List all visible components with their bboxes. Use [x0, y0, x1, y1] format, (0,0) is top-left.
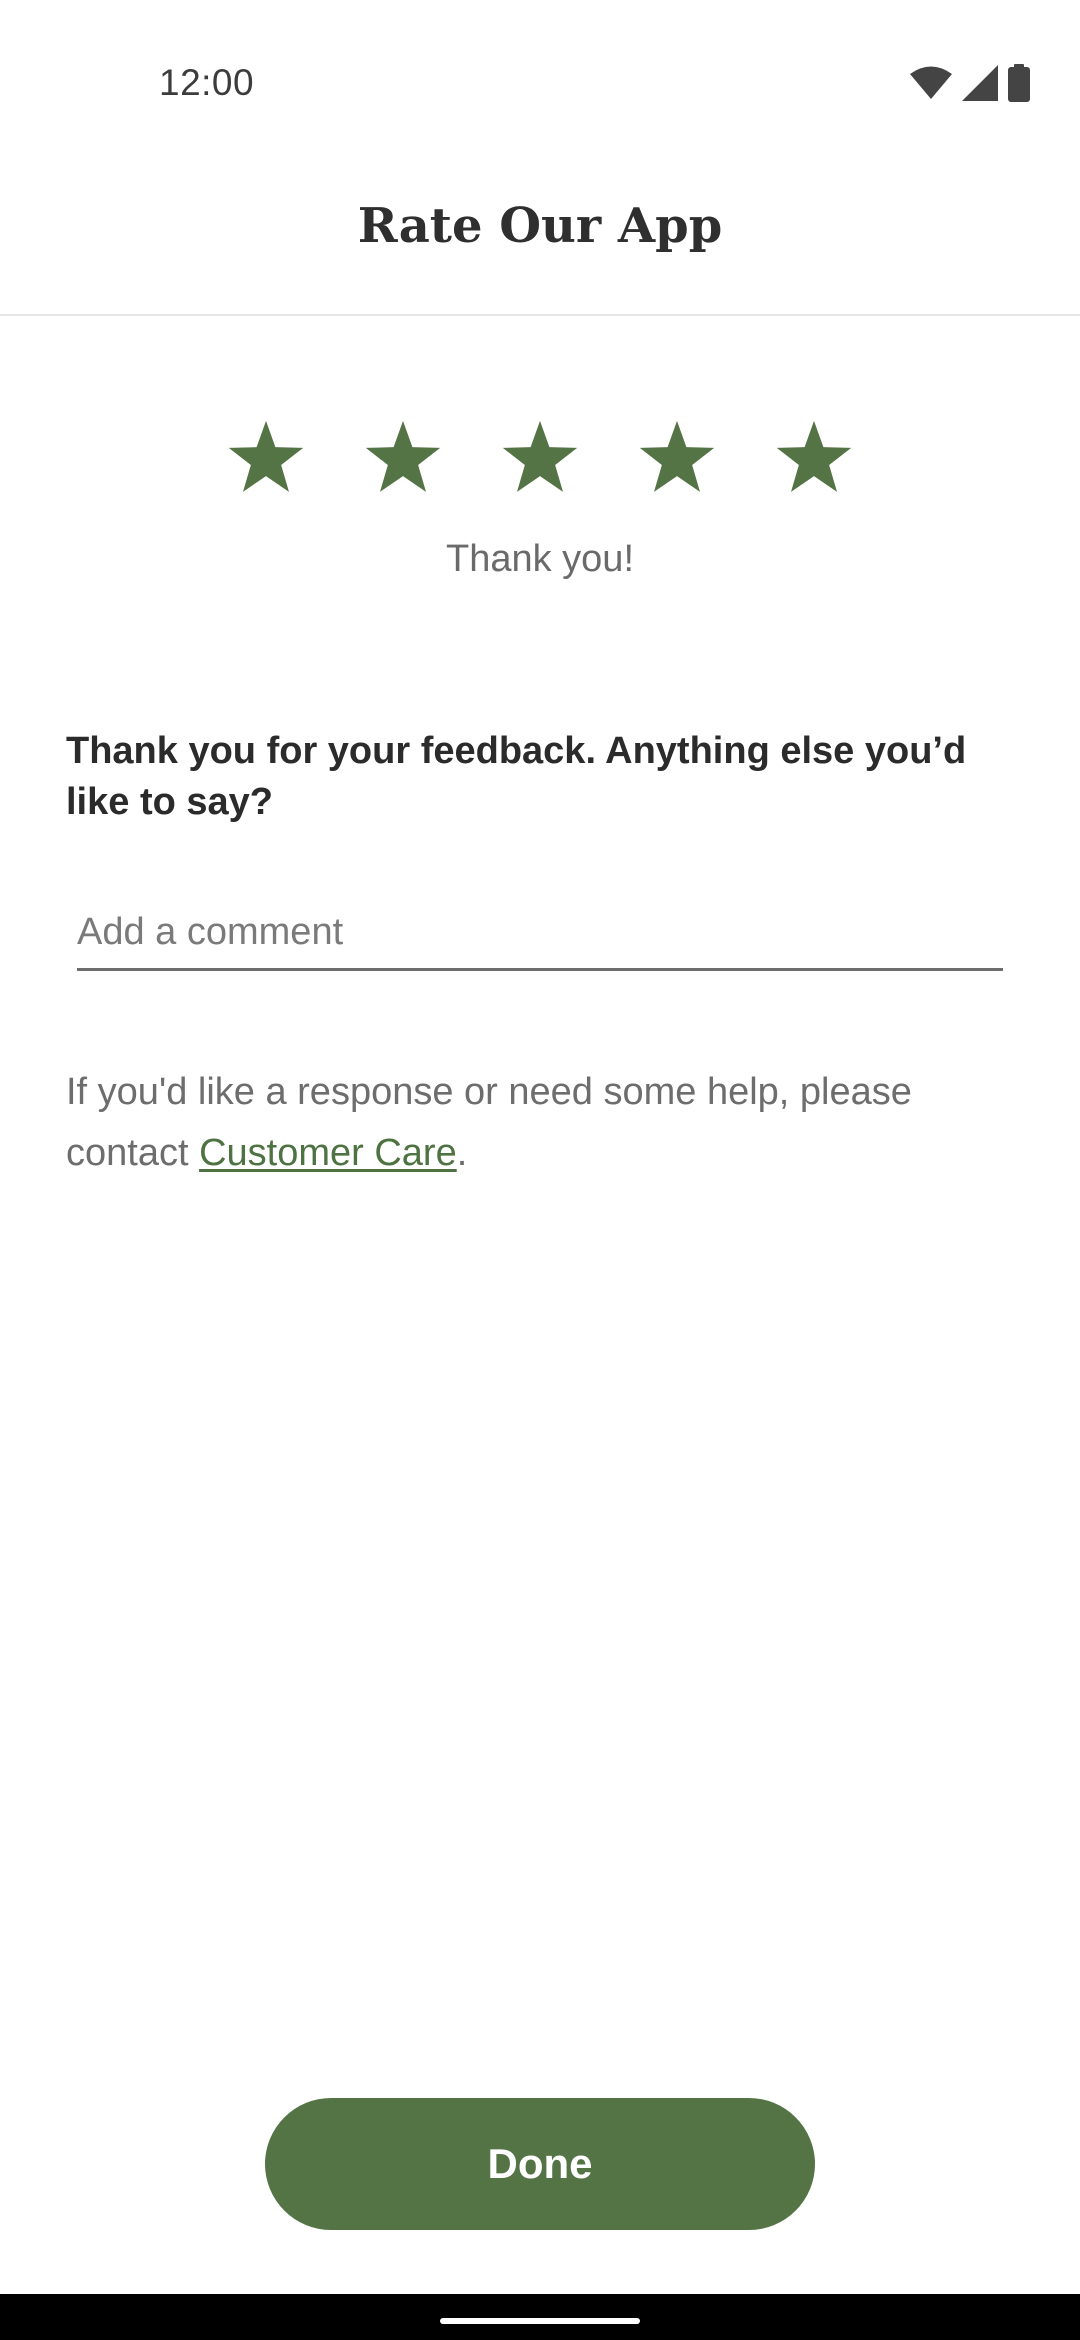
rating-caption: Thank you!	[446, 538, 634, 580]
page-title: Rate Our App	[357, 198, 723, 254]
home-indicator[interactable]	[440, 2318, 640, 2324]
star-3-icon[interactable]	[494, 414, 586, 506]
star-2-icon[interactable]	[357, 414, 449, 506]
wifi-icon	[910, 66, 952, 100]
star-4-icon[interactable]	[631, 414, 723, 506]
comment-input[interactable]	[77, 896, 1003, 971]
help-text-end: .	[456, 1132, 468, 1174]
star-1-icon[interactable]	[220, 414, 312, 506]
cellular-signal-icon	[962, 65, 998, 101]
app-header: Rate Our App	[0, 168, 1080, 316]
done-button[interactable]: Done	[265, 2098, 815, 2230]
star-rating	[0, 414, 1080, 506]
help-text: If you'd like a response or need some he…	[66, 1062, 966, 1184]
status-bar: 12:00	[0, 0, 1080, 168]
feedback-prompt: Thank you for your feedback. Anything el…	[66, 730, 967, 823]
status-icons	[910, 64, 1030, 102]
help-text-body: If you'd like a response or need some he…	[66, 1071, 912, 1174]
customer-care-link[interactable]: Customer Care	[199, 1132, 457, 1174]
battery-icon	[1008, 64, 1030, 102]
system-nav-bar	[0, 2294, 1080, 2340]
star-5-icon[interactable]	[768, 414, 860, 506]
status-time: 12:00	[159, 62, 255, 103]
